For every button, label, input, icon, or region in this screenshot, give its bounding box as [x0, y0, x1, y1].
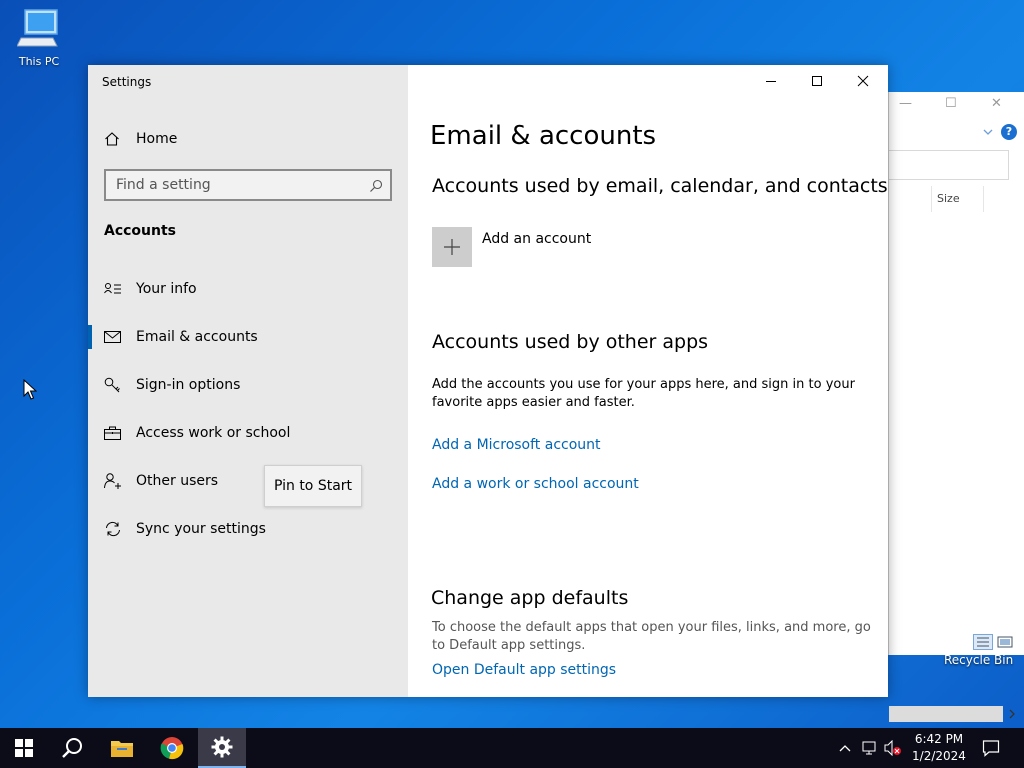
sidebar-item-label: Email & accounts [136, 329, 258, 345]
explorer-titlebar: — ☐ ✕ [889, 92, 1024, 118]
maximize-icon[interactable]: ☐ [945, 96, 957, 111]
mouse-cursor-icon [23, 379, 37, 400]
person-add-icon [104, 472, 126, 490]
chevron-right-icon[interactable] [1007, 708, 1017, 720]
column-divider [931, 186, 932, 212]
search-button[interactable] [48, 728, 96, 768]
settings-sidebar: Settings Home Accounts Your info [88, 65, 408, 697]
add-work-school-account-link[interactable]: Add a work or school account [432, 476, 639, 492]
action-center-button[interactable] [982, 728, 1000, 768]
details-view-icon[interactable] [973, 634, 993, 650]
section-heading-email-accounts: Accounts used by email, calendar, and co… [432, 175, 888, 197]
page-title: Email & accounts [430, 121, 657, 151]
minimize-icon[interactable]: — [899, 96, 912, 111]
close-icon[interactable]: ✕ [991, 96, 1002, 111]
search-input[interactable] [106, 171, 356, 199]
gear-icon [211, 736, 233, 758]
search-icon[interactable] [369, 178, 383, 197]
start-button[interactable] [0, 728, 48, 768]
settings-content: Email & accounts Accounts used by email,… [408, 65, 888, 697]
chrome-icon [160, 737, 184, 760]
mail-icon [104, 328, 126, 346]
taskbar: 6:42 PM 1/2/2024 [0, 728, 1024, 768]
explorer-address-bar[interactable] [889, 150, 1009, 180]
network-icon[interactable] [862, 740, 880, 756]
key-icon [104, 376, 126, 394]
sidebar-item-email-accounts[interactable]: Email & accounts [88, 313, 408, 361]
taskbar-settings[interactable] [198, 728, 246, 768]
system-tray [838, 728, 902, 768]
section-title: Accounts [104, 223, 177, 239]
large-icons-view-icon[interactable] [997, 634, 1013, 650]
sidebar-item-label: Other users [136, 473, 219, 489]
clock-date: 1/2/2024 [912, 749, 966, 763]
app-defaults-description: To choose the default apps that open you… [432, 620, 871, 653]
folder-icon [111, 741, 133, 757]
home-label: Home [136, 131, 178, 147]
open-default-app-settings-link[interactable]: Open Default app settings [432, 662, 616, 678]
other-apps-description: Add the accounts you use for your apps h… [432, 377, 855, 410]
volume-muted-icon[interactable] [884, 740, 902, 756]
chevron-down-icon[interactable] [983, 128, 993, 136]
explorer-window[interactable]: — ☐ ✕ ? Size [888, 92, 1024, 722]
sidebar-item-label: Your info [136, 281, 197, 297]
help-icon[interactable]: ? [1001, 124, 1017, 140]
pin-to-start-tooltip[interactable]: Pin to Start [264, 465, 362, 507]
taskbar-file-explorer[interactable] [98, 728, 146, 768]
sidebar-item-sign-in-options[interactable]: Sign-in options [88, 361, 408, 409]
taskbar-clock[interactable]: 6:42 PM 1/2/2024 [906, 731, 972, 765]
horizontal-scrollbar[interactable] [889, 706, 1003, 722]
sidebar-item-label: Access work or school [136, 425, 291, 441]
section-heading-app-defaults: Change app defaults [431, 587, 629, 609]
home-icon [104, 131, 126, 147]
windows-logo-icon [15, 739, 33, 757]
section-heading-other-apps: Accounts used by other apps [432, 331, 709, 353]
plus-icon [432, 227, 472, 267]
computer-icon [16, 9, 58, 47]
sidebar-item-sync-settings[interactable]: Sync your settings [88, 505, 408, 553]
sidebar-item-label: Sign-in options [136, 377, 241, 393]
column-divider [983, 186, 984, 212]
desktop-icon-this-pc[interactable]: This PC [9, 8, 69, 68]
briefcase-icon [104, 424, 126, 442]
notification-icon [982, 740, 1000, 757]
add-microsoft-account-link[interactable]: Add a Microsoft account [432, 437, 601, 453]
taskbar-chrome[interactable] [148, 728, 196, 768]
desktop-icon-label: This PC [18, 55, 60, 68]
search-box[interactable] [104, 169, 392, 201]
add-account-label: Add an account [482, 231, 592, 247]
sidebar-item-label: Sync your settings [136, 521, 266, 537]
add-account-button[interactable]: Add an account [432, 227, 591, 267]
clock-time: 6:42 PM [914, 732, 964, 746]
window-title: Settings [102, 75, 152, 89]
column-header-size[interactable]: Size [937, 192, 960, 205]
home-nav-item[interactable]: Home [104, 129, 177, 149]
sidebar-nav: Your info Email & accounts Sign-in optio… [88, 265, 408, 553]
sidebar-item-access-work[interactable]: Access work or school [88, 409, 408, 457]
search-icon [62, 738, 82, 758]
desktop-icon-recycle-bin[interactable]: Recycle Bin [944, 653, 1013, 667]
sync-icon [104, 520, 126, 538]
person-card-icon [104, 280, 126, 298]
chevron-up-icon[interactable] [838, 743, 852, 753]
sidebar-item-your-info[interactable]: Your info [88, 265, 408, 313]
settings-window[interactable]: Settings Home Accounts Your info [88, 65, 888, 697]
